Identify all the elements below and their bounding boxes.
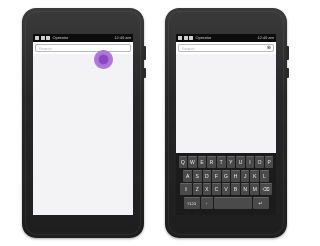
- numbers-key[interactable]: ?123: [183, 196, 200, 209]
- key-a[interactable]: A: [183, 169, 192, 182]
- clear-icon[interactable]: ⊗: [267, 45, 271, 52]
- power-button: [143, 68, 146, 78]
- tap-indicator: [94, 50, 113, 69]
- key-k[interactable]: K: [250, 169, 260, 182]
- signal-icon: [35, 36, 39, 40]
- key-h[interactable]: H: [231, 169, 240, 182]
- key-v[interactable]: V: [221, 183, 231, 195]
- phone-right: Operator 12:45 am Search ⊗ QWERTYUIOP AS…: [165, 8, 289, 238]
- content-area: [33, 54, 133, 184]
- key-e[interactable]: E: [197, 156, 207, 168]
- enter-key[interactable]: ↵: [252, 196, 269, 209]
- operator-label: Operator: [52, 35, 69, 40]
- power-button: [286, 68, 289, 78]
- key-x[interactable]: X: [202, 183, 212, 195]
- key-g[interactable]: G: [221, 169, 231, 182]
- phone-left: Operator 12:45 am Search: [22, 8, 146, 238]
- network-icon: [189, 36, 193, 40]
- key-y[interactable]: Y: [226, 156, 236, 168]
- key-i[interactable]: I: [245, 156, 255, 168]
- status-bar: Operator 12:45 am: [33, 34, 133, 42]
- battery-icon: [40, 36, 45, 40]
- key-b[interactable]: B: [231, 183, 240, 195]
- key-backspace[interactable]: ⌫: [260, 183, 273, 195]
- volume-button: [286, 46, 289, 60]
- search-input[interactable]: Search: [35, 44, 131, 52]
- search-placeholder: Search: [182, 46, 195, 51]
- battery-icon: [183, 36, 188, 40]
- key-w[interactable]: W: [188, 156, 197, 168]
- status-time: 12:45 am: [114, 35, 131, 40]
- key-j[interactable]: J: [240, 169, 250, 182]
- key-l[interactable]: L: [260, 169, 269, 182]
- key-z[interactable]: Z: [192, 183, 202, 195]
- key-s[interactable]: S: [192, 169, 202, 182]
- key-d[interactable]: D: [202, 169, 212, 182]
- search-input[interactable]: Search ⊗: [178, 44, 274, 52]
- key-u[interactable]: U: [236, 156, 245, 168]
- search-bar: Search ⊗: [176, 42, 276, 54]
- key-q[interactable]: Q: [178, 156, 188, 168]
- space-key[interactable]: [213, 196, 252, 209]
- search-bar: Search: [33, 42, 133, 54]
- key-r[interactable]: R: [207, 156, 216, 168]
- virtual-keyboard: QWERTYUIOP ASDFGHJKL ⇧ Z X C V B N M ⌫ ?123 ◦ ↵: [176, 153, 276, 215]
- operator-label: Operator: [195, 35, 212, 40]
- network-icon: [46, 36, 50, 40]
- key-p[interactable]: P: [264, 156, 274, 168]
- key-n[interactable]: N: [240, 183, 250, 195]
- screen-right: Operator 12:45 am Search ⊗ QWERTYUIOP AS…: [176, 34, 276, 215]
- key-m[interactable]: M: [250, 183, 260, 195]
- status-time: 12:45 am: [257, 35, 274, 40]
- status-bar: Operator 12:45 am: [176, 34, 276, 42]
- key-f[interactable]: F: [212, 169, 221, 182]
- signal-icon: [178, 36, 182, 40]
- key-c[interactable]: C: [212, 183, 221, 195]
- symbol-key[interactable]: ◦: [200, 196, 213, 209]
- screen-left: Operator 12:45 am Search: [33, 34, 133, 215]
- key-t[interactable]: T: [216, 156, 226, 168]
- key-o[interactable]: O: [255, 156, 264, 168]
- volume-button: [143, 46, 146, 60]
- search-placeholder: Search: [39, 46, 52, 51]
- key-shift[interactable]: ⇧: [179, 183, 192, 195]
